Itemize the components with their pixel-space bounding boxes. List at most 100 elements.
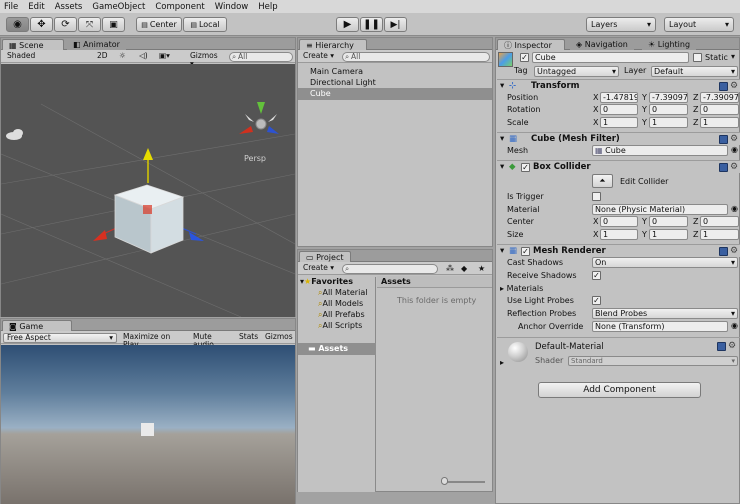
menu-assets[interactable]: Assets (55, 2, 83, 12)
rotate-tool-button[interactable]: ⟳ (54, 17, 77, 32)
zoom-slider-thumb[interactable] (441, 477, 448, 485)
box-collider-header[interactable]: ▾ ◆ ✓ Box Collider ⚙ (497, 160, 740, 173)
size-x-field[interactable]: 1 (600, 229, 638, 240)
filter-type-icon[interactable]: ⁂ (446, 264, 454, 273)
filter-label-icon[interactable]: ◆ (461, 264, 467, 273)
2d-toggle[interactable]: 2D (94, 52, 112, 62)
layout-dropdown[interactable]: Layout ▾ (664, 17, 734, 32)
list-item-selected[interactable]: Cube (298, 88, 492, 100)
layer-dropdown[interactable]: Default ▾ (651, 66, 738, 77)
menu-gameobject[interactable]: GameObject (92, 2, 145, 12)
object-picker-icon[interactable]: ◉ (731, 204, 738, 213)
help-book-icon[interactable] (719, 135, 728, 144)
size-z-field[interactable]: 1 (700, 229, 739, 240)
position-x-field[interactable]: -1.47819 (600, 92, 638, 103)
anchor-override-field[interactable]: None (Transform) (592, 321, 728, 332)
rect-tool-button[interactable]: ▣ (102, 17, 125, 32)
physic-material-field[interactable]: None (Physic Material) (592, 204, 728, 215)
rotation-z-field[interactable]: 0 (700, 104, 739, 115)
project-create-dropdown[interactable]: Create ▾ (300, 264, 338, 274)
help-book-icon[interactable] (719, 247, 728, 256)
box-collider-enabled-checkbox[interactable]: ✓ (521, 163, 530, 172)
menu-edit[interactable]: Edit (28, 2, 44, 12)
aspect-dropdown[interactable]: Free Aspect ▾ (3, 333, 117, 343)
use-light-probes-checkbox[interactable]: ✓ (592, 296, 601, 305)
hand-tool-button[interactable]: ◉ (6, 17, 29, 32)
menu-file[interactable]: File (4, 2, 18, 12)
mesh-renderer-header[interactable]: ▾ ▦ ✓ Mesh Renderer ⚙ (497, 244, 740, 257)
pivot-center-button[interactable]: ▤ Center (136, 17, 182, 32)
tab-animator[interactable]: ◧ Animator (67, 39, 126, 50)
project-search-input[interactable]: ⌕ (342, 264, 438, 274)
transform-header[interactable]: ▾ ⊹ Transform ⚙ (497, 79, 740, 92)
active-checkbox[interactable]: ✓ (520, 53, 529, 62)
assets-folder-item[interactable]: ▬ Assets (298, 343, 376, 355)
gear-icon[interactable]: ⚙ (730, 247, 739, 256)
effects-toggle[interactable]: ▣▾ (156, 52, 178, 62)
edit-collider-button[interactable]: ⏶ (592, 174, 613, 188)
cast-shadows-dropdown[interactable]: On ▾ (592, 257, 738, 268)
scale-x-field[interactable]: 1 (600, 117, 638, 128)
favorite-item[interactable]: ⌕All Scripts (298, 320, 376, 332)
mesh-filter-header[interactable]: ▾ ▦ Cube (Mesh Filter) ⚙ (497, 132, 740, 145)
audio-toggle[interactable]: ◁) (136, 52, 152, 62)
stats-toggle[interactable]: Stats (236, 333, 261, 343)
scale-tool-button[interactable]: ⤧ (78, 17, 101, 32)
expand-arrow-icon[interactable]: ▸ (500, 358, 504, 367)
scene-viewport[interactable]: Persp (1, 64, 295, 317)
favorite-star-icon[interactable]: ★ (478, 264, 485, 273)
tab-scene[interactable]: ▦ Scene (2, 39, 64, 50)
static-dropdown-icon[interactable]: ▾ (731, 52, 735, 61)
center-handle[interactable] (143, 205, 152, 214)
scale-z-field[interactable]: 1 (700, 117, 739, 128)
mesh-field[interactable]: ▦ Cube (592, 145, 728, 156)
menu-window[interactable]: Window (215, 2, 249, 12)
projection-label[interactable]: Persp (244, 154, 266, 163)
center-y-field[interactable]: 0 (649, 216, 688, 227)
play-button[interactable]: ▶ (336, 17, 359, 32)
is-trigger-checkbox[interactable] (592, 192, 601, 201)
center-z-field[interactable]: 0 (700, 216, 739, 227)
add-component-button[interactable]: Add Component (538, 382, 701, 398)
step-button[interactable]: ▶| (384, 17, 407, 32)
gizmos-dropdown[interactable]: Gizmos ▾ (187, 52, 225, 68)
static-checkbox[interactable] (693, 53, 702, 62)
tab-inspector[interactable]: ⓘ Inspector (497, 39, 565, 50)
help-book-icon[interactable] (717, 342, 726, 351)
position-z-field[interactable]: -7.39097 (700, 92, 739, 103)
tag-dropdown[interactable]: Untagged ▾ (534, 66, 619, 77)
receive-shadows-checkbox[interactable]: ✓ (592, 271, 601, 280)
move-tool-button[interactable]: ✥ (30, 17, 53, 32)
object-name-input[interactable]: Cube (532, 52, 689, 63)
mesh-renderer-enabled-checkbox[interactable]: ✓ (521, 247, 530, 256)
gear-icon[interactable]: ⚙ (730, 163, 739, 172)
center-x-field[interactable]: 0 (600, 216, 638, 227)
help-book-icon[interactable] (719, 163, 728, 172)
gear-icon[interactable]: ⚙ (730, 82, 739, 91)
tab-navigation[interactable]: ◈ Navigation (570, 39, 634, 50)
rotation-x-field[interactable]: 0 (600, 104, 638, 115)
tab-project[interactable]: ▭ Project (299, 251, 351, 262)
pause-button[interactable]: ❚❚ (360, 17, 383, 32)
pivot-local-button[interactable]: ▤ Local (183, 17, 227, 32)
lighting-toggle[interactable]: ☼ (116, 52, 132, 62)
shading-mode-dropdown[interactable]: Shaded (4, 52, 90, 62)
tab-hierarchy[interactable]: ≡ Hierarchy (299, 39, 367, 50)
gear-icon[interactable]: ⚙ (728, 342, 737, 351)
zoom-slider-track[interactable] (443, 481, 485, 483)
hierarchy-create-dropdown[interactable]: Create ▾ (300, 52, 338, 62)
game-viewport[interactable] (1, 345, 295, 504)
position-y-field[interactable]: -7.39097 (649, 92, 688, 103)
scene-search-input[interactable]: ⌕ All (229, 52, 293, 62)
hierarchy-search-input[interactable]: ⌕ All (342, 52, 490, 62)
gear-icon[interactable]: ⚙ (730, 135, 739, 144)
menu-help[interactable]: Help (258, 2, 277, 12)
layers-dropdown[interactable]: Layers ▾ (586, 17, 656, 32)
tab-game[interactable]: ◙ Game (2, 320, 72, 331)
object-picker-icon[interactable]: ◉ (731, 321, 738, 330)
reflection-probes-dropdown[interactable]: Blend Probes ▾ (592, 308, 738, 319)
game-gizmos-toggle[interactable]: Gizmos (262, 333, 295, 343)
help-book-icon[interactable] (719, 82, 728, 91)
tab-lighting[interactable]: ☀ Lighting (642, 39, 697, 50)
menu-component[interactable]: Component (155, 2, 204, 12)
